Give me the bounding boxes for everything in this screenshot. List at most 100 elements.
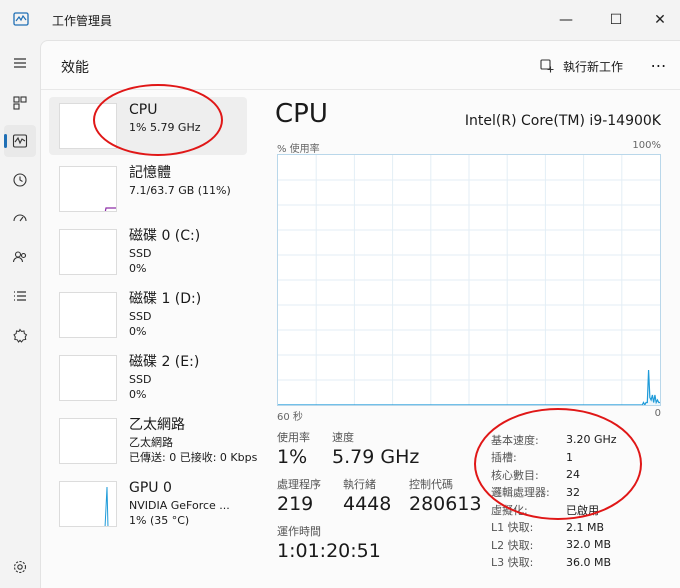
memory-usage-line xyxy=(104,207,116,211)
stat-label: 控制代碼 xyxy=(409,478,453,491)
spec-row: 插槽: 1 xyxy=(491,450,573,465)
gear-icon xyxy=(13,560,27,574)
hamburger-menu-button[interactable] xyxy=(4,47,36,79)
startup-icon xyxy=(13,214,27,222)
stat-label: 速度 xyxy=(332,431,354,444)
spec-row: 核心數目: 24 xyxy=(491,468,580,482)
performance-icon xyxy=(12,134,28,148)
gpu-thumbnail-graph xyxy=(59,481,117,527)
nav-processes[interactable] xyxy=(4,87,36,119)
ethernet-thumbnail-graph xyxy=(59,418,117,464)
services-icon xyxy=(13,328,28,343)
cpu-model: Intel(R) Core(TM) i9-14900K xyxy=(464,113,661,129)
resource-detail: NVIDIA GeForce ... xyxy=(129,499,230,512)
stat-value: 280613 xyxy=(409,493,482,515)
stat-threads: 執行緒 4448 xyxy=(343,478,391,516)
stat-value: 5.79 GHz xyxy=(332,446,420,468)
resource-disk-0[interactable]: 磁碟 0 (C:) SSD 0% xyxy=(49,223,247,281)
memory-thumbnail-graph xyxy=(59,166,117,212)
spec-row: L2 快取: 32.0 MB xyxy=(491,538,612,552)
disk-thumbnail-graph xyxy=(59,292,117,338)
nav-performance[interactable] xyxy=(4,125,36,157)
resource-cpu[interactable]: CPU 1% 5.79 GHz xyxy=(49,97,247,155)
nav-settings[interactable] xyxy=(4,551,36,583)
graph-time-start: 60 秒 xyxy=(277,412,303,423)
processes-icon xyxy=(13,96,27,110)
cpu-thumbnail-graph xyxy=(59,103,117,149)
resource-disk-1[interactable]: 磁碟 1 (D:) SSD 0% xyxy=(49,286,247,344)
task-manager-app-icon xyxy=(13,12,29,26)
spec-row: 邏輯處理器: 32 xyxy=(491,485,580,500)
header-divider xyxy=(41,89,680,90)
resource-detail: 乙太網路 xyxy=(129,436,173,449)
page-title: 效能 xyxy=(61,60,89,76)
hamburger-icon xyxy=(14,58,26,68)
resource-name: CPU xyxy=(129,102,158,118)
main-panel: 效能 執行新工作 ⋯ CPU 1% 5.79 GHz 記憶體 7.1/63.7 … xyxy=(40,40,680,588)
graph-time-end: 0 xyxy=(654,408,661,419)
resource-detail: 0% xyxy=(129,262,147,275)
nav-app-history[interactable] xyxy=(4,164,36,196)
nav-users[interactable] xyxy=(4,241,36,273)
detail-title: CPU xyxy=(275,99,328,129)
history-icon xyxy=(13,173,27,187)
nav-details[interactable] xyxy=(4,280,36,312)
resource-ethernet[interactable]: 乙太網路 乙太網路 已傳送: 0 已接收: 0 Kbps xyxy=(49,412,259,470)
resource-detail: 0% xyxy=(129,388,147,401)
stat-value: 1% xyxy=(277,446,308,468)
title-bar: 工作管理員 — ☐ ✕ xyxy=(0,0,680,40)
cpu-utilization-graph xyxy=(277,154,661,407)
stat-uptime: 運作時間 1:01:20:51 xyxy=(277,525,381,563)
utilization-axis-max: 100% xyxy=(632,140,661,151)
details-icon xyxy=(14,291,26,301)
resource-detail: SSD xyxy=(129,310,152,323)
stat-value: 219 xyxy=(277,493,314,515)
run-new-task-label: 執行新工作 xyxy=(563,59,624,74)
cpu-graph-canvas xyxy=(278,155,660,407)
resource-detail: 1% (35 °C) xyxy=(129,514,190,527)
nav-services[interactable] xyxy=(4,320,36,352)
disk-thumbnail-graph xyxy=(59,355,117,401)
resource-memory[interactable]: 記憶體 7.1/63.7 GB (11%) xyxy=(49,160,247,218)
stat-label: 執行緒 xyxy=(343,478,376,491)
close-button[interactable]: ✕ xyxy=(640,2,680,38)
stat-handles: 控制代碼 280613 xyxy=(409,478,482,516)
spec-row: 虛擬化: 已啟用 xyxy=(491,503,599,517)
disk-thumbnail-graph xyxy=(59,229,117,275)
resource-detail: 1% 5.79 GHz xyxy=(129,121,201,134)
spec-row: L3 快取: 36.0 MB xyxy=(491,555,612,570)
stat-value: 1:01:20:51 xyxy=(277,540,381,562)
resource-detail: SSD xyxy=(129,247,152,260)
maximize-button[interactable]: ☐ xyxy=(596,2,636,38)
resource-detail: SSD xyxy=(129,373,152,386)
gpu-usage-spike xyxy=(104,486,109,526)
resource-detail: 0% xyxy=(129,325,147,338)
stat-label: 處理程序 xyxy=(277,478,321,491)
resource-detail: 7.1/63.7 GB (11%) xyxy=(129,184,231,197)
resource-name: 記憶體 xyxy=(129,165,171,181)
window-title: 工作管理員 xyxy=(52,14,113,28)
users-icon xyxy=(12,251,27,263)
stat-speed: 速度 5.79 GHz xyxy=(332,431,419,469)
cpu-spec-table: 基本速度: 3.20 GHz 插槽: 1 核心數目: 24 邏輯處理器: 32 虛擬化:… xyxy=(491,431,617,571)
spec-row: L1 快取: 2.1 MB xyxy=(491,520,605,535)
more-options-button[interactable]: ⋯ xyxy=(647,53,671,77)
minimize-button[interactable]: — xyxy=(546,2,586,38)
resource-disk-2[interactable]: 磁碟 2 (E:) SSD 0% xyxy=(49,349,247,407)
resource-name: 乙太網路 xyxy=(129,417,185,433)
stat-utilization: 使用率 1% xyxy=(277,431,310,469)
resource-name: 磁碟 2 (E:) xyxy=(129,354,200,370)
stat-processes: 處理程序 219 xyxy=(277,478,321,516)
resource-name: 磁碟 1 (D:) xyxy=(129,291,202,307)
resource-gpu[interactable]: GPU 0 NVIDIA GeForce ... 1% (35 °C) xyxy=(49,475,247,533)
resource-name: GPU 0 xyxy=(129,480,172,496)
spec-row: 基本速度: 3.20 GHz xyxy=(491,433,617,447)
resource-detail: 已傳送: 0 已接收: 0 Kbps xyxy=(129,451,258,464)
run-new-task-button[interactable]: 執行新工作 xyxy=(539,55,623,77)
new-task-icon xyxy=(540,59,554,73)
utilization-axis-label: % 使用率 xyxy=(277,144,320,155)
stat-label: 運作時間 xyxy=(277,525,321,538)
nav-startup[interactable] xyxy=(4,202,36,234)
stat-label: 使用率 xyxy=(277,431,310,444)
resource-name: 磁碟 0 (C:) xyxy=(129,228,201,244)
